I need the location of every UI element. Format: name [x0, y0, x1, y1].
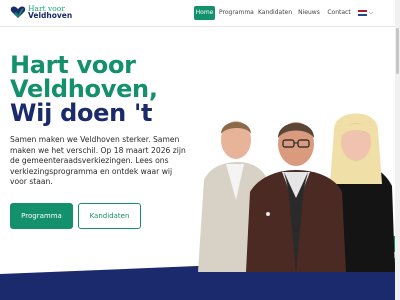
nav-contact[interactable]: Contact	[325, 6, 353, 20]
nav-kandidaten[interactable]: Kandidaten	[257, 6, 293, 20]
chevron-down-icon: ⌵	[369, 10, 373, 16]
hero-title-line2: Veldhoven,	[10, 75, 158, 103]
heart-logo-icon	[10, 6, 26, 18]
nav-programma[interactable]: Programma	[219, 6, 254, 20]
candidates-photo	[198, 113, 395, 272]
candidate-center	[246, 122, 346, 272]
language-switcher[interactable]: ⌵	[358, 10, 373, 16]
nav-nieuws[interactable]: Nieuws	[297, 6, 321, 20]
hero-intro-text: Samen maken we Veldhoven sterker. Samen …	[10, 135, 186, 186]
kandidaten-button[interactable]: Kandidaten	[78, 203, 141, 229]
logo-text-line2: Veldhoven	[28, 11, 73, 20]
site-logo[interactable]: Hart voor Veldhoven	[10, 4, 72, 20]
hero-title: Hart voor Veldhoven, Wij doen 't	[10, 53, 158, 125]
programma-button[interactable]: Programma	[10, 203, 73, 229]
hero-title-line3: Wij doen 't	[10, 99, 153, 127]
hero-title-line1: Hart voor	[10, 51, 136, 79]
scrollbar-thumb[interactable]	[396, 28, 399, 74]
top-navigation-bar: Hart voor Veldhoven Home Programma Kandi…	[0, 0, 400, 27]
dutch-flag-icon	[358, 10, 367, 16]
main-nav: Home Programma Kandidaten Nieuws Contact…	[194, 6, 373, 20]
nav-home[interactable]: Home	[194, 6, 215, 20]
page-scrollbar[interactable]	[395, 0, 400, 300]
